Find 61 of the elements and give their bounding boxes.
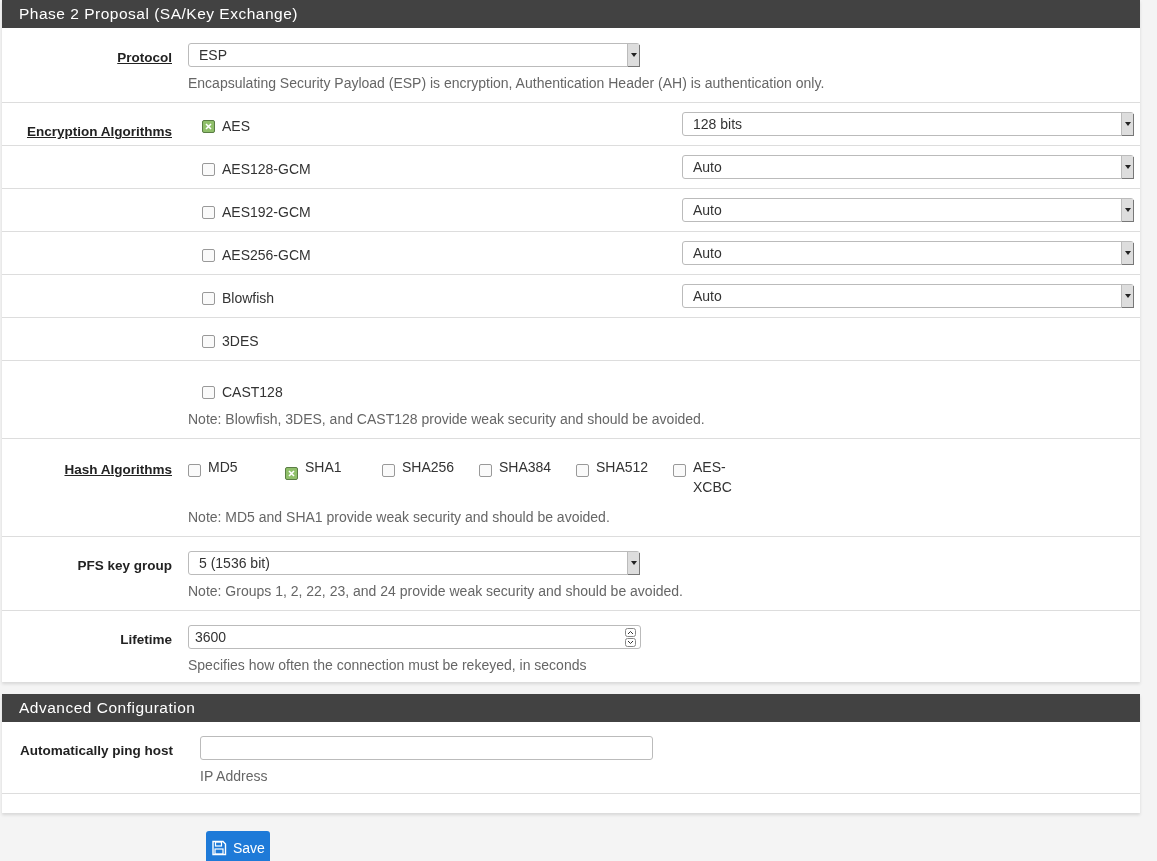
caret-icon: [627, 552, 639, 574]
checkbox[interactable]: [479, 464, 492, 477]
checkbox[interactable]: [382, 464, 395, 477]
save-icon: [211, 840, 227, 856]
field-label: Lifetime: [120, 632, 172, 647]
help-text: Note: MD5 and SHA1 provide weak security and should be avoided.: [188, 508, 611, 527]
checkbox[interactable]: [202, 335, 215, 348]
number-field[interactable]: 3600: [188, 625, 641, 649]
checkbox-label: AES128-GCM: [222, 160, 311, 179]
select-dropdown[interactable]: Auto: [682, 198, 1134, 222]
caret-icon: [1121, 156, 1133, 178]
panel-header: Phase 2 Proposal (SA/Key Exchange): [2, 0, 1140, 28]
checkbox[interactable]: [202, 386, 215, 399]
field-label[interactable]: Hash Algorithms: [64, 462, 172, 477]
checkbox-label: SHA384: [499, 458, 553, 477]
caret-icon: [1121, 113, 1133, 135]
checkbox-label: AES256-GCM: [222, 246, 311, 265]
checkbox-label: MD5: [208, 458, 239, 477]
checkbox[interactable]: [202, 292, 215, 305]
input-field[interactable]: [200, 736, 653, 760]
checkbox[interactable]: [285, 467, 298, 480]
help-text: Note: Groups 1, 2, 22, 23, and 24 provide weak security and should be avoided.: [188, 582, 683, 601]
select-dropdown[interactable]: 5 (1536 bit): [188, 551, 640, 575]
save-button[interactable]: Save: [206, 831, 270, 861]
cross-icon: [205, 123, 212, 130]
caret-icon: [1121, 285, 1133, 307]
caret-icon: [1121, 242, 1133, 264]
panel-header: Advanced Configuration: [2, 694, 1140, 722]
help-text: IP Address: [200, 767, 269, 786]
select-dropdown[interactable]: ESP: [188, 43, 640, 67]
select-dropdown[interactable]: 128 bits: [682, 112, 1134, 136]
checkbox-label: AES: [222, 117, 250, 136]
checkbox[interactable]: [202, 249, 215, 262]
checkbox-label: CAST128: [222, 383, 283, 402]
field-label[interactable]: Encryption Algorithms: [27, 124, 172, 139]
checkbox-label: AES192-GCM: [222, 203, 311, 222]
field-label[interactable]: Protocol: [117, 50, 172, 65]
help-text: Note: Blowfish, 3DES, and CAST128 provide weak security and should be avoided.: [188, 410, 706, 429]
field-label: PFS key group: [77, 558, 172, 573]
checkbox[interactable]: [202, 163, 215, 176]
select-dropdown[interactable]: Auto: [682, 155, 1134, 179]
checkbox-label: Blowfish: [222, 289, 275, 308]
checkbox[interactable]: [673, 464, 686, 477]
cross-icon: [288, 470, 295, 477]
caret-icon: [1121, 199, 1133, 221]
checkbox[interactable]: [202, 206, 215, 219]
spinner-icon[interactable]: [625, 627, 636, 647]
checkbox[interactable]: [202, 120, 215, 133]
help-text: Encapsulating Security Payload (ESP) is encryption, Authentication Header (AH) is authentication only.: [188, 74, 825, 93]
checkbox[interactable]: [576, 464, 589, 477]
checkbox-label: 3DES: [222, 332, 259, 351]
checkbox[interactable]: [188, 464, 201, 477]
checkbox-label: SHA512: [596, 458, 650, 477]
field-label: Automatically ping host: [20, 743, 173, 758]
caret-icon: [627, 44, 639, 66]
help-text: Specifies how often the connection must be rekeyed, in seconds: [188, 656, 588, 675]
select-dropdown[interactable]: Auto: [682, 284, 1134, 308]
checkbox-label: SHA256: [402, 458, 456, 477]
checkbox-label: AES-XCBC: [693, 458, 733, 497]
select-dropdown[interactable]: Auto: [682, 241, 1134, 265]
checkbox-label: SHA1: [305, 458, 343, 477]
